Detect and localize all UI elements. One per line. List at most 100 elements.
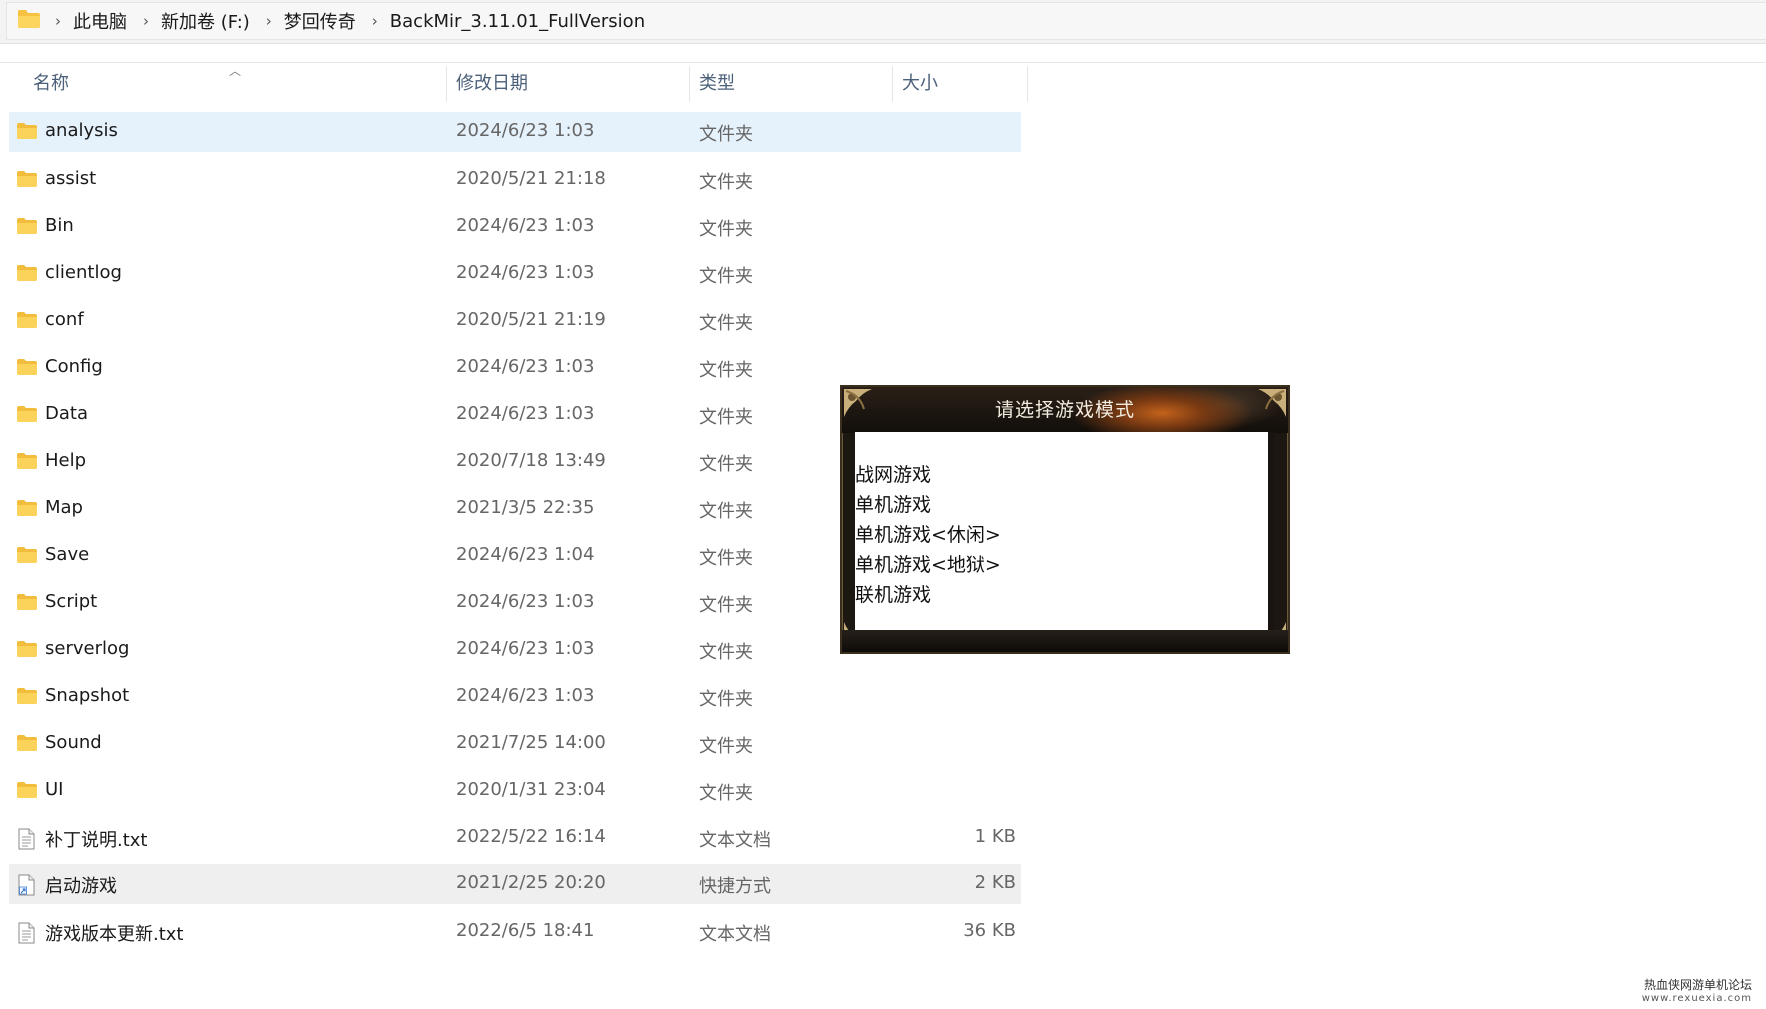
address-bar[interactable]: › 此电脑 › 新加卷 (F:) › 梦回传奇 › BackMir_3.11.01_FullV… [6, 2, 1766, 40]
file-name: analysis [45, 120, 118, 141]
breadcrumb-label[interactable]: 新加卷 (F:) [161, 8, 250, 34]
file-row[interactable]: conf 2020/5/21 21:19 文件夹 [9, 300, 1021, 347]
chevron-right-icon[interactable]: › [372, 12, 378, 30]
file-name: Bin [45, 214, 74, 236]
folder-icon [16, 358, 38, 381]
file-name: 游戏版本更新.txt [45, 923, 184, 945]
file-type: 文件夹 [699, 171, 753, 193]
column-header-name[interactable]: 名称 [33, 64, 69, 104]
dialog-title-bar[interactable]: 请选择游戏模式 [842, 387, 1288, 433]
folder-icon [16, 405, 38, 428]
file-name: serverlog [45, 637, 130, 659]
file-row[interactable]: Snapshot 2024/6/23 1:03 文件夹 [9, 676, 1021, 723]
watermark-title: 热血侠网游单机论坛 [1643, 978, 1752, 992]
folder-icon [16, 217, 38, 240]
file-date: 2024/6/23 1:03 [456, 214, 595, 236]
game-mode-dialog: 请选择游戏模式 战网游戏单机游戏单机游戏<休闲> 单机游戏<地狱> 联机游戏 [840, 385, 1290, 654]
file-date: 2020/7/18 13:49 [456, 449, 606, 471]
folder-icon [16, 593, 38, 616]
file-date: 2024/6/23 1:03 [456, 402, 595, 424]
dialog-title: 请选择游戏模式 [994, 399, 1135, 421]
ornament-corner-icon [1258, 389, 1286, 417]
file-type: 文件夹 [699, 594, 753, 616]
file-date: 2024/6/23 1:04 [456, 543, 595, 565]
file-name: Sound [45, 731, 102, 753]
file-type: 文件夹 [699, 312, 753, 334]
file-name: assist [45, 167, 97, 189]
folder-icon [16, 781, 38, 804]
file-type: 文件夹 [699, 359, 753, 381]
game-mode-option[interactable]: 单机游戏<休闲> [855, 520, 1001, 547]
breadcrumb-label[interactable]: 此电脑 [73, 8, 127, 34]
file-name: Config [45, 355, 103, 377]
file-type: 文件夹 [699, 547, 753, 569]
file-size: 36 KB [963, 919, 1016, 941]
breadcrumb-label[interactable]: BackMir_3.11.01_FullVersion [390, 11, 645, 32]
file-type: 文件夹 [699, 453, 753, 475]
file-row[interactable]: assist 2020/5/21 21:18 文件夹 [9, 159, 1021, 206]
text-file-icon [16, 828, 36, 855]
game-mode-option[interactable]: 单机游戏<地狱> [855, 550, 1001, 577]
file-row[interactable]: UI 2020/1/31 23:04 文件夹 [9, 770, 1021, 817]
folder-icon [16, 311, 38, 334]
file-date: 2024/6/23 1:03 [456, 355, 595, 377]
file-type: 文件夹 [699, 124, 753, 145]
dialog-footer [842, 630, 1288, 652]
file-date: 2024/6/23 1:03 [456, 590, 595, 612]
column-resize-handle[interactable] [689, 66, 690, 102]
file-row[interactable]: analysis 2024/6/23 1:03 文件夹 [9, 112, 1021, 152]
column-headers: ︿ 名称 修改日期 类型 大小 [0, 64, 1030, 104]
file-name: conf [45, 308, 84, 330]
column-resize-handle[interactable] [892, 66, 893, 102]
folder-icon [16, 170, 38, 193]
file-type: 文件夹 [699, 500, 753, 522]
file-date: 2024/6/23 1:03 [456, 637, 595, 659]
file-type: 文件夹 [699, 782, 753, 804]
column-header-size[interactable]: 大小 [902, 64, 938, 104]
file-name: Help [45, 449, 87, 471]
watermark: 热血侠网游单机论坛 www.rexuexia.com [1642, 979, 1752, 1005]
folder-icon [17, 9, 41, 34]
breadcrumb-item[interactable]: › 此电脑 [55, 8, 143, 34]
breadcrumb-label[interactable]: 梦回传奇 [284, 8, 356, 34]
file-name: Data [45, 402, 88, 424]
game-mode-option[interactable]: 战网游戏 [855, 460, 931, 487]
file-name: Snapshot [45, 684, 130, 706]
file-type: 文件夹 [699, 735, 753, 757]
file-row[interactable]: 启动游戏 2021/2/25 20:20 快捷方式 2 KB [9, 864, 1021, 904]
file-row[interactable]: Bin 2024/6/23 1:03 文件夹 [9, 206, 1021, 253]
address-bar-container: › 此电脑 › 新加卷 (F:) › 梦回传奇 › BackMir_3.11.01_FullV… [0, 0, 1766, 44]
file-date: 2020/1/31 23:04 [456, 778, 606, 800]
breadcrumb-item[interactable]: › BackMir_3.11.01_FullVersion [372, 11, 661, 32]
file-row[interactable]: clientlog 2024/6/23 1:03 文件夹 [9, 253, 1021, 300]
column-header-type[interactable]: 类型 [699, 64, 735, 104]
file-type: 文件夹 [699, 641, 753, 663]
file-type: 文件夹 [699, 218, 753, 240]
file-date: 2021/2/25 20:20 [456, 872, 606, 893]
text-file-icon [16, 922, 36, 949]
chevron-right-icon[interactable]: › [55, 12, 61, 30]
breadcrumb-item[interactable]: › 梦回传奇 [266, 8, 372, 34]
file-date: 2021/7/25 14:00 [456, 731, 606, 753]
game-mode-option[interactable]: 联机游戏 [855, 580, 931, 607]
file-row[interactable]: Sound 2021/7/25 14:00 文件夹 [9, 723, 1021, 770]
folder-icon [16, 734, 38, 757]
game-mode-option[interactable]: 单机游戏 [855, 490, 931, 517]
sort-ascending-icon: ︿ [229, 64, 242, 78]
column-resize-handle[interactable] [1027, 66, 1028, 102]
file-name: Save [45, 543, 90, 565]
chevron-right-icon[interactable]: › [143, 12, 149, 30]
column-resize-handle[interactable] [446, 66, 447, 102]
folder-icon [16, 546, 38, 569]
file-type: 文件夹 [699, 688, 753, 710]
file-type: 文件夹 [699, 406, 753, 428]
column-header-date[interactable]: 修改日期 [456, 64, 528, 104]
file-row[interactable]: 游戏版本更新.txt 2022/6/5 18:41 文本文档 36 KB [9, 911, 1021, 958]
folder-icon [16, 452, 38, 475]
chevron-right-icon[interactable]: › [266, 12, 272, 30]
watermark-url: www.rexuexia.com [1641, 993, 1752, 1004]
ornament-corner-icon [844, 389, 872, 417]
file-row[interactable]: 补丁说明.txt 2022/5/22 16:14 文本文档 1 KB [9, 817, 1021, 864]
breadcrumb-item[interactable]: › 新加卷 (F:) [143, 8, 266, 34]
file-name: 启动游戏 [45, 876, 117, 897]
